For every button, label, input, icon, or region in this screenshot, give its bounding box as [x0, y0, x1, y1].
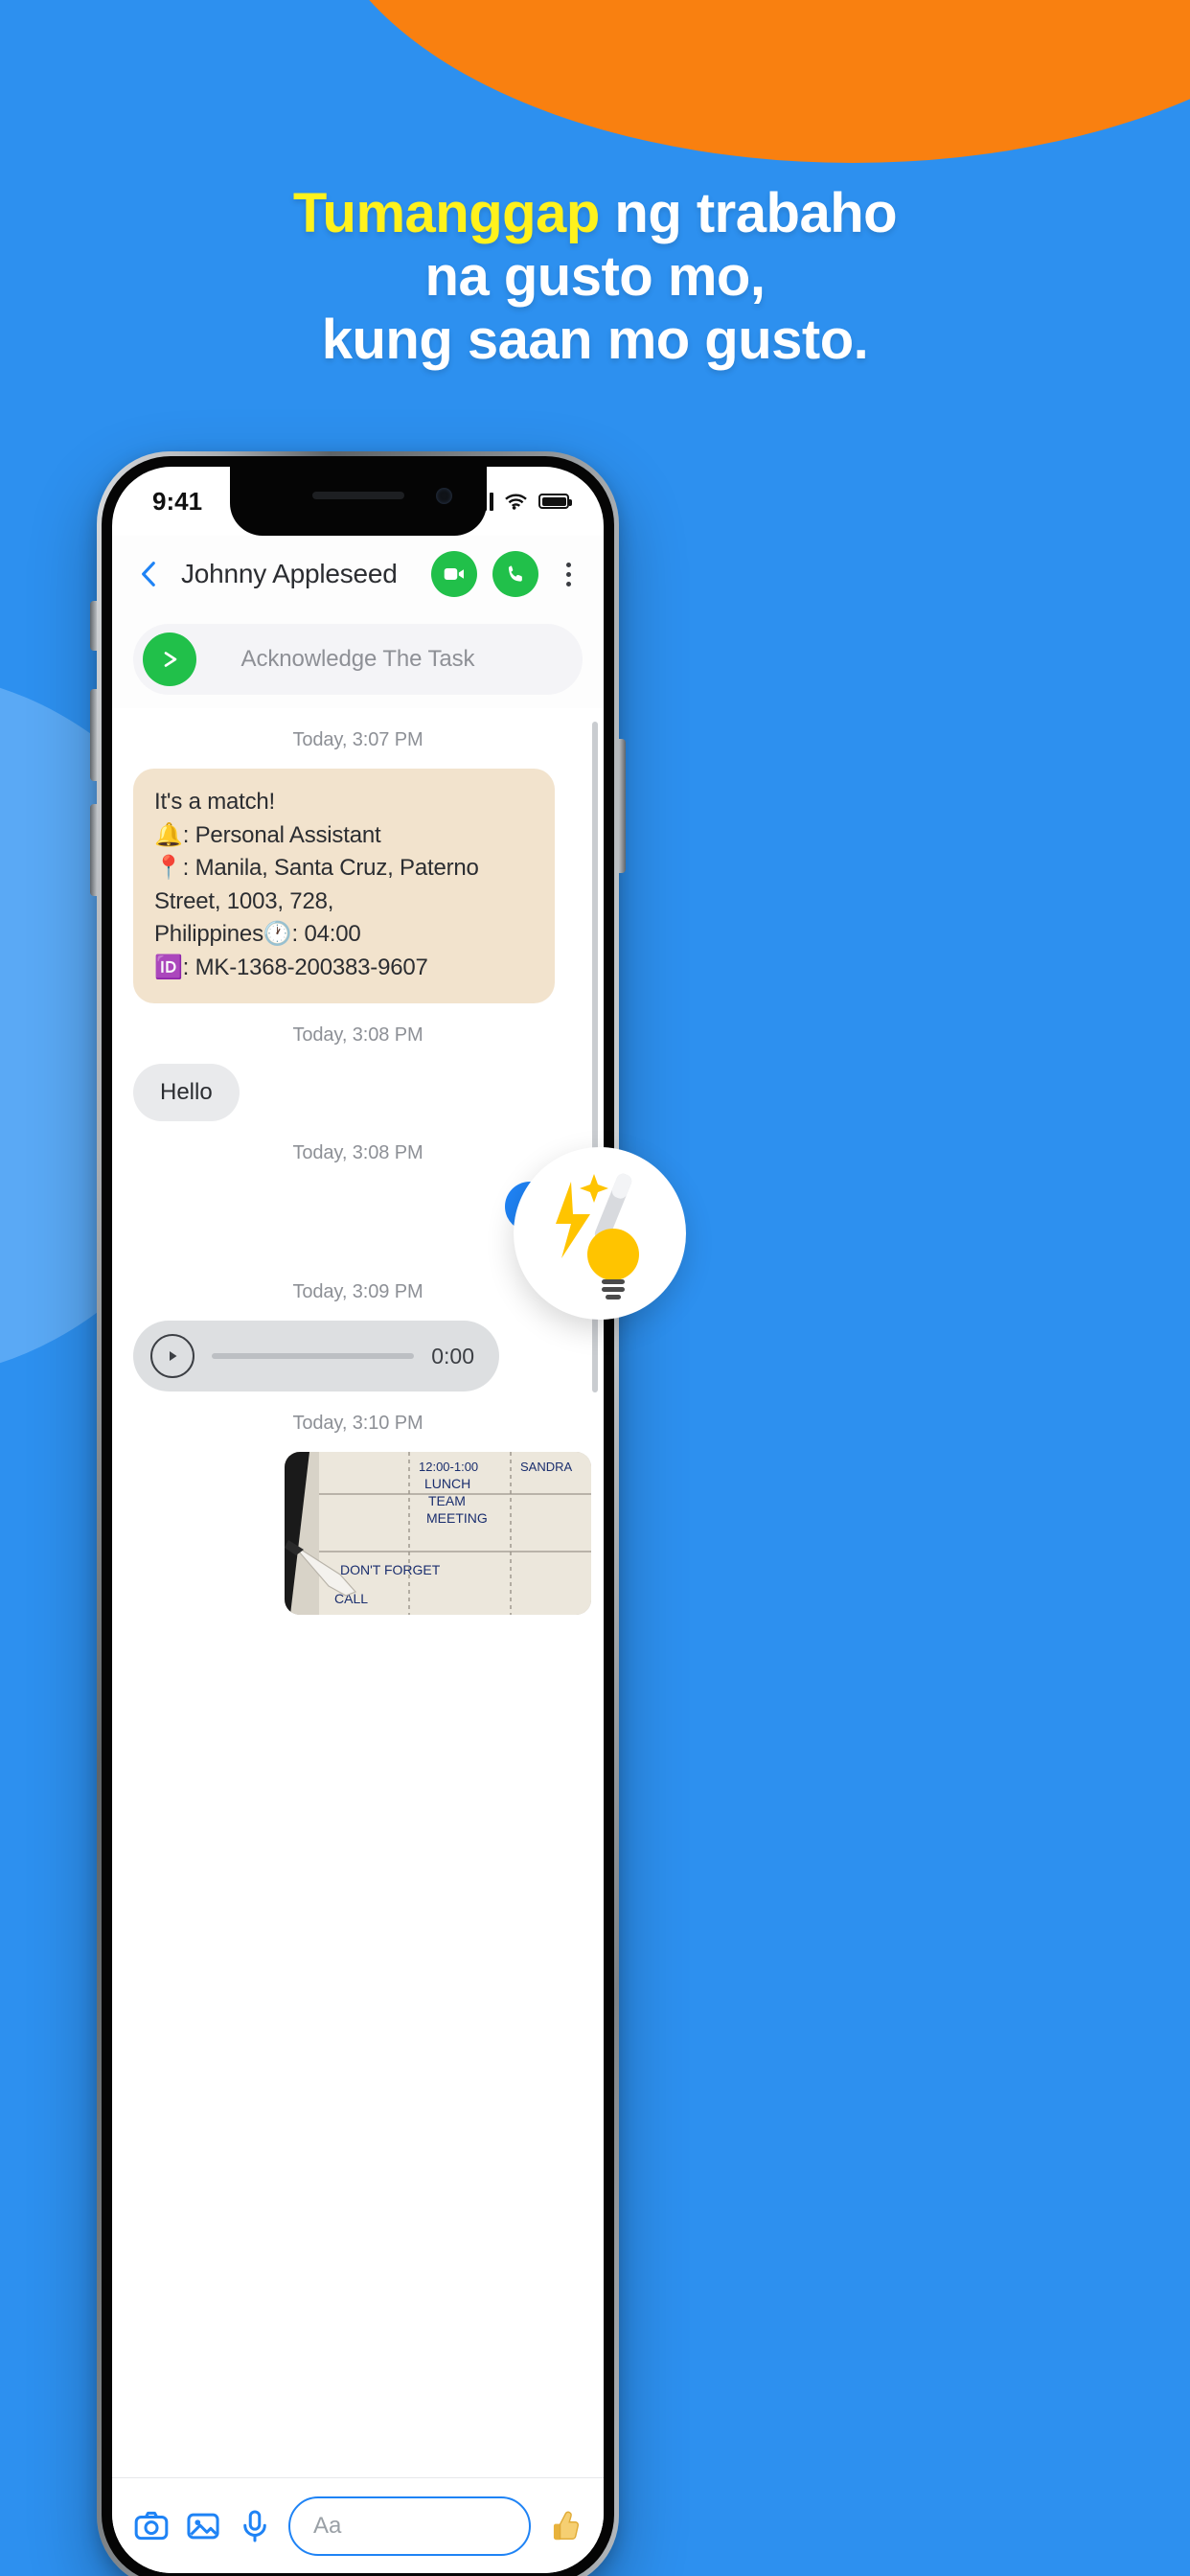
chat-header: Johnny Appleseed — [112, 536, 604, 612]
sparkle-icon — [580, 1174, 608, 1203]
headline-highlight-word: Tumanggap — [292, 182, 600, 244]
message-timestamp: Today, 3:08 PM — [292, 1024, 423, 1046]
wifi-icon — [505, 494, 527, 510]
image-icon[interactable] — [185, 2508, 221, 2544]
volume-up-button[interactable] — [90, 689, 97, 781]
voice-note-progress-track[interactable] — [212, 1353, 415, 1360]
microphone-icon[interactable] — [237, 2508, 273, 2544]
phone-icon — [508, 564, 522, 582]
play-circle-icon[interactable] — [150, 1334, 195, 1379]
phone-mockup: 9:41 Johnny Appleseed Acknowledge The Ta… — [90, 451, 626, 2576]
silent-switch[interactable] — [90, 601, 97, 651]
thumbs-up-icon[interactable] — [546, 2508, 583, 2544]
volume-down-button[interactable] — [90, 804, 97, 896]
battery-full-icon — [538, 494, 572, 509]
lightbulb-icon — [587, 1229, 639, 1300]
match-card-time: Philippines🕐: 04:00 — [154, 921, 361, 948]
svg-text:MEETING: MEETING — [426, 1510, 488, 1526]
power-button[interactable] — [619, 739, 626, 873]
headline: Tumanggap ng trabaho na gusto mo, kung s… — [0, 182, 1190, 372]
acknowledge-task-bar[interactable]: Acknowledge The Task — [133, 624, 583, 695]
photo-message[interactable]: 12:00-1:00 LUNCH TEAM MEETING SANDRA DON… — [285, 1452, 591, 1616]
acknowledge-task-label: Acknowledge The Task — [240, 646, 475, 672]
front-camera-icon — [435, 488, 452, 504]
message-timestamp: Today, 3:10 PM — [292, 1413, 423, 1435]
voice-note-duration: 0:00 — [431, 1343, 474, 1368]
contact-name: Johnny Appleseed — [181, 559, 398, 588]
headline-line-2: na gusto mo, — [424, 245, 766, 309]
svg-text:DON'T FORGET: DON'T FORGET — [340, 1562, 441, 1577]
svg-text:SANDRA: SANDRA — [520, 1460, 573, 1474]
video-camera-icon — [444, 568, 464, 580]
match-card-bubble: It's a match! 🔔: Personal Assistant 📍: M… — [133, 769, 555, 1004]
chevron-left-icon[interactable] — [133, 558, 166, 590]
svg-text:TEAM: TEAM — [428, 1493, 466, 1508]
earpiece-speaker — [311, 492, 404, 499]
camera-icon[interactable] — [133, 2508, 170, 2544]
chat-message-list[interactable]: Today, 3:07 PM It's a match! 🔔: Personal… — [112, 708, 604, 2282]
handwritten-note-photo: 12:00-1:00 LUNCH TEAM MEETING SANDRA DON… — [285, 1452, 591, 1616]
overflow-menu-icon[interactable] — [554, 562, 583, 586]
acknowledge-bar-container: Acknowledge The Task — [112, 612, 604, 708]
phone-screen: 9:41 Johnny Appleseed Acknowledge The Ta… — [112, 467, 604, 2573]
headline-line-1-rest: ng trabaho — [599, 182, 898, 244]
headline-line-1: Tumanggap ng trabaho — [0, 182, 1190, 245]
acknowledge-play-button[interactable] — [143, 632, 196, 686]
voice-note-bubble[interactable]: 0:00 — [133, 1321, 499, 1392]
message-timestamp: Today, 3:07 PM — [292, 729, 423, 750]
composer-placeholder: Aa — [313, 2512, 342, 2539]
lightning-bolt-icon — [556, 1182, 590, 1258]
message-composer[interactable]: Aa — [288, 2496, 531, 2556]
match-card-role: 🔔: Personal Assistant — [154, 821, 381, 848]
video-call-button[interactable] — [431, 551, 477, 597]
headline-line-3: kung saan mo gusto. — [321, 309, 869, 372]
svg-text:LUNCH: LUNCH — [424, 1476, 470, 1491]
match-card-title: It's a match! — [154, 789, 276, 815]
play-arrow-icon — [164, 652, 177, 667]
voice-call-button[interactable] — [492, 551, 538, 597]
phone-bezel: 9:41 Johnny Appleseed Acknowledge The Ta… — [102, 456, 614, 2576]
match-card-id: 🆔: MK-1368-200383-9607 — [154, 954, 428, 980]
status-bar-time: 9:41 — [152, 486, 203, 516]
incoming-message-bubble: Hello — [133, 1064, 240, 1122]
svg-text:12:00-1:00: 12:00-1:00 — [419, 1460, 478, 1474]
incoming-message-row: Hello — [133, 1064, 583, 1122]
match-card-location: 📍: Manila, Santa Cruz, Paterno Street, 1… — [154, 855, 479, 914]
message-input-bar: Aa — [112, 2477, 604, 2573]
phone-notch — [229, 467, 487, 536]
idea-badge — [514, 1147, 686, 1320]
